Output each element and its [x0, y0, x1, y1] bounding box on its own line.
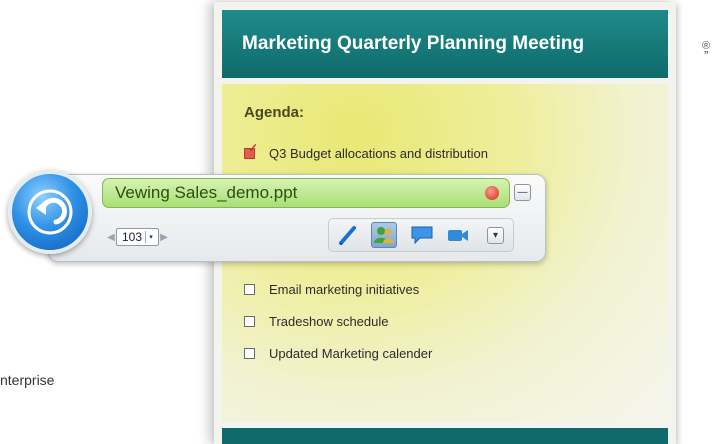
checkbox-icon	[244, 348, 255, 359]
agenda-item: Updated Marketing calender	[244, 346, 432, 361]
filename-text: Vewing Sales_demo.ppt	[115, 183, 298, 202]
tool-group: ▾	[328, 218, 514, 252]
agenda-item-label: Updated Marketing calender	[269, 346, 433, 361]
chat-button[interactable]	[409, 222, 435, 248]
filename-field: Vewing Sales_demo.ppt	[102, 178, 510, 208]
slide-footer-bar	[222, 428, 668, 444]
agenda-item-label: Tradeshow schedule	[269, 314, 389, 329]
agenda-item-label: Email marketing initiatives	[269, 282, 420, 297]
video-icon	[448, 230, 468, 241]
page-next-icon[interactable]: ▶	[159, 232, 169, 243]
contacts-button[interactable]	[371, 222, 397, 248]
agenda-label: Agenda:	[244, 104, 304, 121]
pen-tool-icon	[339, 226, 356, 245]
checked-checkbox-icon: ✓	[244, 141, 258, 159]
record-indicator-icon[interactable]	[485, 186, 499, 200]
minimize-button[interactable]: —	[514, 184, 531, 201]
page-dropdown-icon[interactable]: ▾	[145, 231, 156, 243]
presentation-toolbar: Vewing Sales_demo.ppt — ◀ 103 ▾ ▶ ▾	[8, 168, 546, 264]
chat-icon	[411, 226, 433, 245]
page-prev-icon[interactable]: ◀	[106, 232, 116, 243]
expand-toolbar-button[interactable]: ▾	[487, 227, 504, 244]
checkbox-icon	[244, 316, 255, 327]
checkbox-icon	[244, 284, 255, 295]
page-navigator: ◀ 103 ▾ ▶	[106, 228, 169, 246]
contacts-icon	[374, 227, 394, 243]
agenda-item-label: Q3 Budget allocations and distribution	[269, 146, 488, 161]
agenda-item: Tradeshow schedule	[244, 314, 388, 329]
agenda-item: Email marketing initiatives	[244, 282, 419, 297]
back-button[interactable]	[8, 170, 92, 254]
comma-fragment: ”	[704, 48, 709, 63]
enterprise-fragment: nterprise	[0, 372, 55, 388]
video-button[interactable]	[445, 222, 471, 248]
pen-tool-button[interactable]	[335, 222, 361, 248]
slide-title: Marketing Quarterly Planning Meeting	[222, 10, 668, 78]
page-number: 103	[122, 230, 143, 244]
page-number-box[interactable]: 103 ▾	[116, 228, 160, 246]
back-arrow-icon	[27, 189, 73, 235]
agenda-item: ✓ Q3 Budget allocations and distribution	[244, 141, 488, 161]
